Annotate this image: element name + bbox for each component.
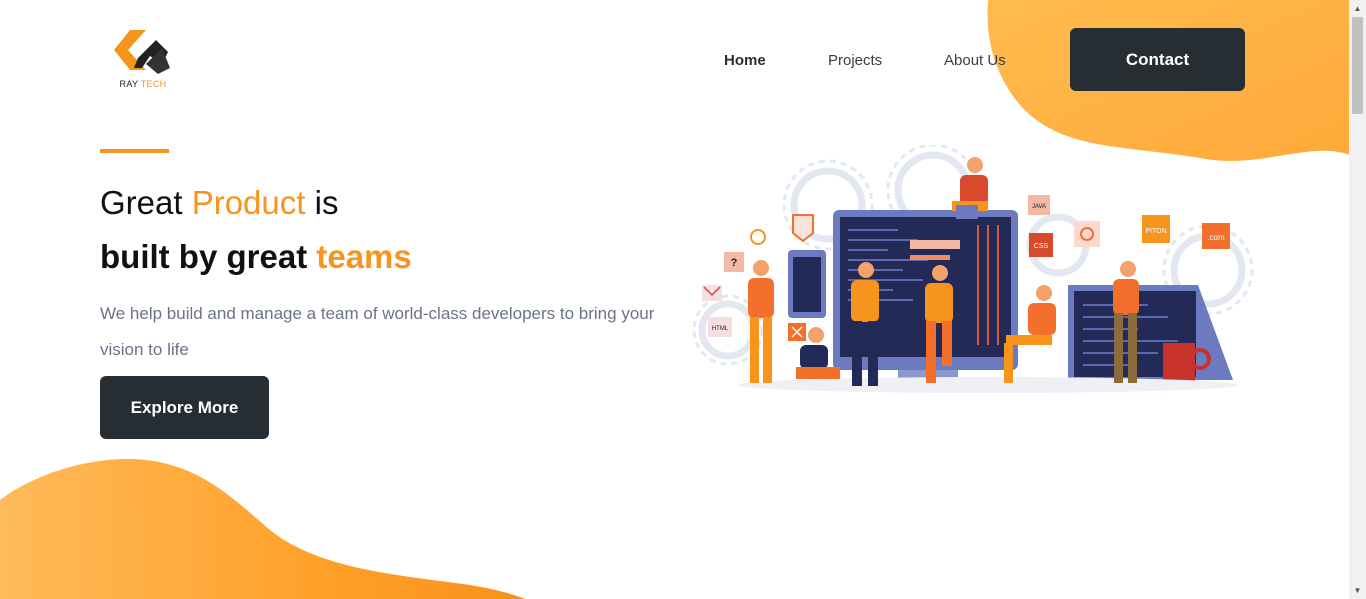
brand-name: RAY TECH: [112, 79, 174, 89]
scroll-up-arrow-icon[interactable]: ▲: [1349, 0, 1366, 17]
tag-question: ?: [724, 252, 744, 272]
hero-heading-line2-start: built by great: [100, 238, 317, 275]
tag-java: JAVA: [1028, 195, 1050, 215]
hero-heading-line1: Great Product is: [100, 184, 338, 222]
tag-html-label: HTML: [712, 326, 729, 332]
nav-home-link[interactable]: Home: [724, 52, 766, 69]
explore-more-button[interactable]: Explore More: [100, 376, 269, 439]
raytech-logo-icon: [114, 30, 170, 74]
bottom-left-blob: [0, 459, 525, 599]
hero-description: We help build and manage a team of world…: [100, 304, 655, 359]
tag-question-label: ?: [731, 257, 738, 269]
nav-projects-link[interactable]: Projects: [828, 52, 882, 69]
lightbulb-icon: [750, 229, 766, 245]
hero-heading-line1-end: is: [305, 184, 339, 221]
tag-piton: PITON: [1142, 215, 1170, 243]
hero-accent-bar: [100, 149, 169, 153]
tag-gear-icon: [1074, 221, 1100, 247]
brand-name-part1: RAY: [119, 79, 139, 89]
brand-logo[interactable]: RAY TECH: [112, 28, 174, 90]
tag-css-label: CSS: [1034, 243, 1049, 250]
vertical-scrollbar[interactable]: ▲ ▼: [1349, 0, 1366, 599]
team-illustration: ? HTML JAVA CSS PITON .com: [692, 145, 1254, 393]
hero-heading-highlight-product: Product: [191, 184, 306, 221]
brand-name-part2: TECH: [140, 79, 167, 89]
scrollbar-thumb[interactable]: [1352, 17, 1363, 114]
hero-heading-highlight-teams: teams: [316, 238, 412, 275]
tag-mail-icon: [702, 285, 722, 301]
hero-heading-line1-start: Great: [100, 184, 192, 221]
tag-dotcom: .com: [1202, 223, 1230, 249]
tag-piton-label: PITON: [1145, 228, 1166, 235]
contact-button[interactable]: Contact: [1070, 28, 1245, 91]
nav-about-link[interactable]: About Us: [944, 52, 1006, 69]
tag-html: HTML: [708, 317, 732, 337]
tag-dotcom-label: .com: [1207, 233, 1225, 242]
person-figure: [748, 260, 774, 383]
tag-java-label: JAVA: [1032, 204, 1046, 210]
scroll-down-arrow-icon[interactable]: ▼: [1349, 582, 1366, 599]
tag-css: CSS: [1029, 233, 1053, 257]
hero-heading-line2: built by great teams: [100, 238, 412, 276]
tag-close-icon: [788, 323, 806, 341]
